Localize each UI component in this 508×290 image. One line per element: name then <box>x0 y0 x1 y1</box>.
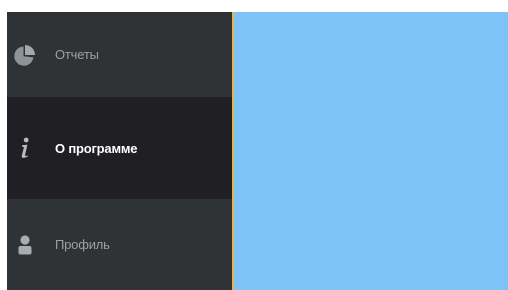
sidebar-item-label: Профиль <box>55 237 110 252</box>
main-content-area <box>234 12 508 290</box>
pie-chart-icon <box>0 41 55 69</box>
user-icon <box>0 231 55 259</box>
sidebar-item-label: Отчеты <box>55 47 99 62</box>
app-window: Отчеты О программе Профиль <box>7 12 508 290</box>
sidebar: Отчеты О программе Профиль <box>7 12 232 290</box>
sidebar-item-about[interactable]: О программе <box>7 97 232 199</box>
info-icon <box>0 134 55 162</box>
sidebar-item-profile[interactable]: Профиль <box>7 199 232 290</box>
sidebar-item-label: О программе <box>55 140 138 156</box>
sidebar-item-reports[interactable]: Отчеты <box>7 12 232 97</box>
